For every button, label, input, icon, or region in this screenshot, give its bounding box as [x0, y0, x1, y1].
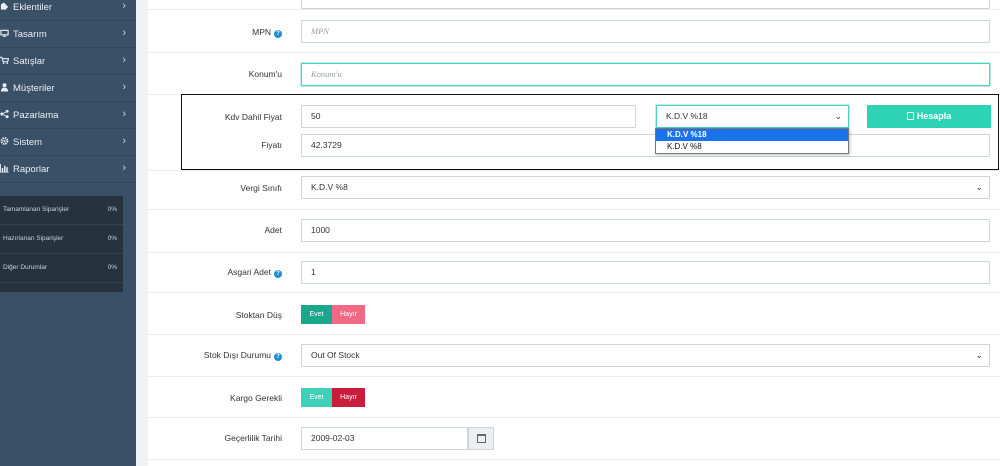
mpn-input[interactable]: MPN — [301, 20, 990, 43]
user-icon — [0, 83, 9, 92]
calendar-button[interactable] — [468, 427, 494, 450]
gear-icon — [0, 137, 9, 145]
calculate-button-label: Hesapla — [916, 111, 952, 121]
tax-rate-option[interactable]: K.D.V %18 — [656, 129, 848, 141]
help-icon[interactable]: ? — [274, 353, 282, 361]
chevron-down-icon: ⌄ — [975, 182, 983, 192]
mpn-label-text: MPN — [252, 27, 271, 37]
help-icon[interactable]: ? — [274, 30, 282, 38]
chevron-right-icon: › — [122, 108, 126, 120]
subtract-stock-no-button[interactable]: Hayır — [332, 305, 365, 324]
divider — [148, 292, 1000, 293]
shipping-yes-button[interactable]: Evet — [301, 388, 332, 407]
stat-value: 0% — [107, 206, 117, 213]
divider — [148, 376, 1000, 377]
chevron-right-icon: › — [122, 54, 126, 66]
tax-rate-dropdown: K.D.V %18 K.D.V %8 — [655, 128, 849, 154]
divider — [148, 459, 1000, 460]
stat-row: Tamamlanan Siparişler 0% — [0, 196, 123, 225]
sidebar-item-label: Pazarlama — [13, 110, 59, 121]
calculator-icon — [906, 112, 914, 120]
stat-value: 0% — [107, 235, 117, 242]
divider — [148, 252, 1000, 253]
chevron-down-icon: ⌄ — [975, 350, 983, 360]
sidebar-item-label: Raporlar — [13, 164, 50, 175]
chevron-right-icon: › — [122, 135, 126, 147]
divider — [148, 334, 1000, 335]
sidebar-item-label: Müşteriler — [13, 83, 55, 94]
location-label: Konum'u — [248, 69, 282, 79]
sidebar-item-raporlar[interactable]: Raporlar › — [0, 156, 136, 183]
stat-label: Diğer Durumlar — [3, 264, 48, 271]
mpn-label: MPN? — [252, 27, 282, 38]
bar-chart-icon — [0, 163, 9, 173]
share-icon — [0, 109, 9, 119]
sidebar-item-satislar[interactable]: Satışlar › — [0, 48, 136, 75]
date-available-input[interactable]: 2009-02-03 — [301, 427, 468, 450]
min-quantity-input[interactable]: 1 — [301, 261, 990, 284]
stat-label: Tamamlanan Siparişler — [3, 206, 70, 213]
shipping-no-button[interactable]: Hayır — [332, 388, 365, 407]
stat-row: Hazırlanan Siparişler 0% — [0, 225, 123, 254]
tax-class-value: K.D.V %8 — [311, 182, 348, 192]
sidebar-item-pazarlama[interactable]: Pazarlama › — [0, 102, 136, 129]
out-of-stock-label: Stok Dışı Durumu? — [204, 350, 282, 361]
stat-row: Diğer Durumlar 0% — [0, 254, 123, 283]
out-of-stock-status-value: Out Of Stock — [311, 350, 360, 360]
sidebar-item-tasarim[interactable]: Tasarım › — [0, 21, 136, 48]
chevron-right-icon: › — [122, 0, 126, 12]
quantity-label: Adet — [264, 225, 283, 235]
out-of-stock-label-text: Stok Dışı Durumu — [203, 350, 271, 360]
out-of-stock-status-select[interactable]: Out Of Stock ⌄ — [301, 344, 990, 367]
divider — [148, 170, 1000, 171]
divider — [148, 209, 1000, 210]
min-quantity-label: Asgari Adet? — [228, 267, 282, 278]
subtract-stock-label: Stoktan Düş — [235, 310, 282, 320]
stat-value: 0% — [107, 264, 117, 271]
sidebar-item-label: Sistem — [13, 137, 43, 148]
previous-field-input[interactable] — [301, 0, 990, 9]
date-available-label: Geçerlilik Tarihi — [224, 433, 282, 443]
subtract-stock-yes-button[interactable]: Evet — [301, 305, 332, 324]
tax-class-select[interactable]: K.D.V %8 ⌄ — [301, 176, 990, 199]
sidebar-item-label: Satışlar — [13, 56, 46, 67]
chevron-right-icon: › — [122, 81, 126, 93]
sidebar-item-sistem[interactable]: Sistem › — [0, 129, 136, 156]
help-icon[interactable]: ? — [274, 270, 282, 278]
cart-icon — [0, 56, 9, 65]
chevron-right-icon: › — [122, 162, 126, 174]
divider — [148, 9, 1000, 10]
order-stats-panel: Tamamlanan Siparişler 0% Hazırlanan Sipa… — [0, 196, 123, 292]
sidebar-item-musteriler[interactable]: Müşteriler › — [0, 75, 136, 102]
chevron-right-icon: › — [122, 27, 126, 39]
divider — [148, 417, 1000, 418]
stat-label: Hazırlanan Siparişler — [3, 235, 64, 242]
min-quantity-label-text: Asgari Adet — [227, 267, 271, 277]
product-data-form: MPN? MPN Konum'u Konum'u Kdv Dahil Fiyat… — [148, 0, 1000, 466]
sidebar-item-label: Eklentiler — [13, 2, 53, 13]
quantity-input[interactable]: 1000 — [301, 219, 990, 242]
puzzle-icon — [0, 2, 8, 10]
calendar-icon — [477, 434, 486, 443]
divider — [148, 52, 1000, 53]
tax-rate-option[interactable]: K.D.V %8 — [656, 141, 848, 153]
sidebar-item-label: Tasarım — [13, 29, 47, 40]
sidebar: Eklentiler › Tasarım › Satışlar › Müşter… — [0, 0, 136, 466]
monitor-icon — [0, 29, 9, 37]
calculate-button[interactable]: Hesapla — [867, 105, 991, 128]
shipping-required-label: Kargo Gerekli — [230, 393, 282, 403]
location-input[interactable]: Konum'u — [301, 63, 990, 86]
tax-class-label: Vergi Sınıfı — [240, 183, 282, 193]
sidebar-item-eklentiler[interactable]: Eklentiler › — [0, 0, 136, 21]
